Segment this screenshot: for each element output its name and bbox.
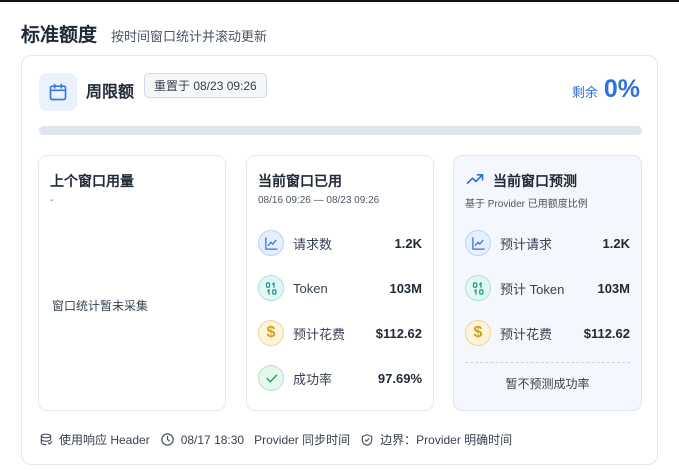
stat-label: 成功率 <box>293 371 333 387</box>
no-prediction-text: 暂不预测成功率 <box>505 377 590 391</box>
shield-icon <box>361 433 373 446</box>
stat-value: 1.2K <box>394 235 422 251</box>
current-window-title: 当前窗口已用 <box>258 173 342 189</box>
binary-icon <box>258 275 284 301</box>
current-window-panel: 当前窗口已用 08/16 09:26 — 08/23 09:26 请求数 1.2… <box>246 155 434 411</box>
dollar-icon: $ <box>465 320 491 346</box>
quota-card: 周限额 重置于 08/23 09:26 剩余 0% 上个窗口用量 - 窗口统计暂… <box>21 55 658 465</box>
forecast-title: 当前窗口预测 <box>493 173 577 189</box>
remaining-value: 0% <box>603 75 640 103</box>
stat-label: 请求数 <box>293 236 333 252</box>
stat-value: 103M <box>597 280 630 296</box>
previous-window-title: 上个窗口用量 <box>50 173 134 189</box>
stat-value: $112.62 <box>375 325 422 341</box>
dollar-icon: $ <box>258 320 284 346</box>
top-border-line <box>0 0 679 2</box>
reset-time-badge: 重置于 08/23 09:26 <box>144 73 267 98</box>
stat-value: 103M <box>389 280 422 296</box>
binary-icon <box>465 275 491 301</box>
card-footer: 使用响应 Header 08/17 18:30 Provider 同步时间 边界… <box>39 431 522 448</box>
trending-up-icon <box>465 169 485 194</box>
footer-boundary-text: 边界：Provider 明确时间 <box>380 433 513 447</box>
stat-row-cost: $ 预计花费 $112.62 <box>258 318 422 348</box>
current-window-range: 08/16 09:26 — 08/23 09:26 <box>258 195 380 206</box>
period-title: 周限额 <box>86 84 135 101</box>
remaining-label: 剩余 <box>571 85 598 100</box>
stat-row-requests: 请求数 1.2K <box>258 228 422 258</box>
clock-icon <box>160 433 174 446</box>
remaining-indicator: 剩余 0% <box>572 75 640 104</box>
section-header: 标准额度 按时间窗口统计并滚动更新 <box>21 20 267 47</box>
stat-value: $112.62 <box>583 325 630 341</box>
stat-label: Token <box>293 280 328 296</box>
footer-sync-label: Provider 同步时间 <box>254 433 351 447</box>
forecast-divider <box>465 362 630 363</box>
forecast-row-token: 预计 Token 103M <box>465 273 630 303</box>
forecast-row-cost: $ 预计花费 $112.62 <box>465 318 630 348</box>
forecast-panel: 当前窗口预测 基于 Provider 已用额度比例 预计请求 1.2K 预计 T… <box>453 155 642 411</box>
stat-value: 97.69% <box>377 370 422 386</box>
stat-row-success-rate: 成功率 97.69% <box>258 363 422 393</box>
stat-label: 预计花费 <box>293 326 346 342</box>
previous-window-empty-text: 窗口统计暂未采集 <box>52 299 149 313</box>
quota-progress-bar <box>39 126 642 135</box>
footer-sync-time: 08/17 18:30 <box>180 432 245 447</box>
calendar-icon <box>39 73 77 111</box>
section-title: 标准额度 <box>21 25 98 46</box>
footer-boundary: 边界：Provider 明确时间 <box>360 431 512 448</box>
database-icon <box>40 433 53 445</box>
chart-icon <box>258 230 284 256</box>
footer-source: 使用响应 Header <box>39 431 150 448</box>
previous-window-range: - <box>50 195 54 206</box>
section-subtitle: 按时间窗口统计并滚动更新 <box>111 29 268 44</box>
stat-label: 预计 Token <box>500 281 565 297</box>
footer-source-text: 使用响应 Header <box>59 433 150 447</box>
stat-label: 预计花费 <box>500 326 553 342</box>
stat-label: 预计请求 <box>500 236 553 252</box>
footer-sync: 08/17 18:30 Provider 同步时间 <box>160 431 350 448</box>
previous-window-panel: 上个窗口用量 - 窗口统计暂未采集 <box>38 155 226 411</box>
chart-icon <box>465 230 491 256</box>
check-icon <box>258 365 284 391</box>
stat-value: 1.2K <box>602 235 630 251</box>
forecast-row-requests: 预计请求 1.2K <box>465 228 630 258</box>
forecast-subtitle: 基于 Provider 已用额度比例 <box>465 199 588 210</box>
stat-row-token: Token 103M <box>258 273 422 303</box>
